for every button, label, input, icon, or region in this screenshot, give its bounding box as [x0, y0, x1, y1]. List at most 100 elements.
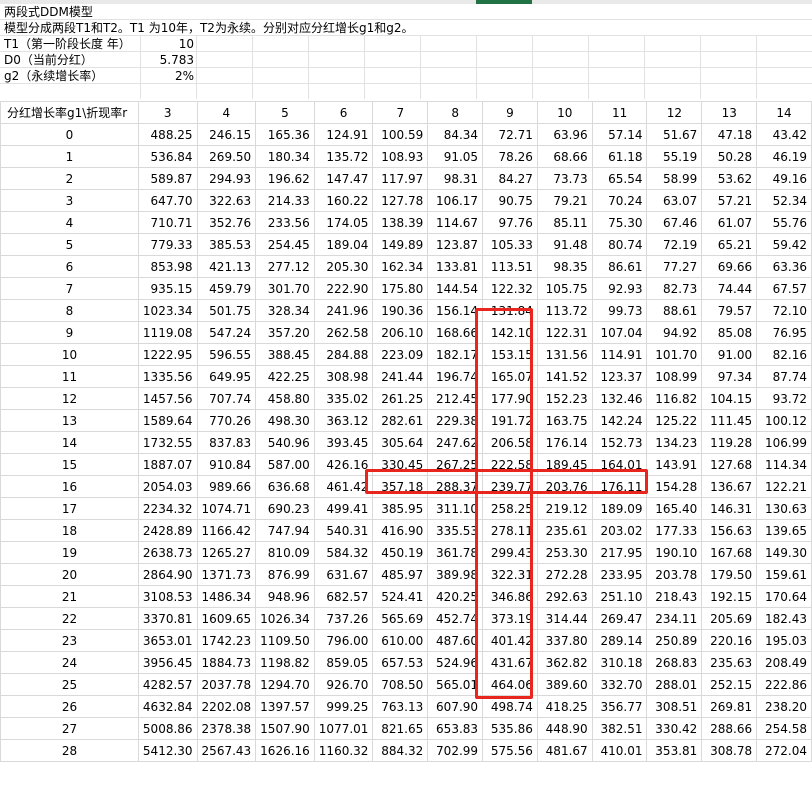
valuation-cell[interactable]: 165.40: [646, 497, 703, 520]
valuation-cell[interactable]: 191.72: [482, 409, 538, 432]
valuation-cell[interactable]: 141.52: [536, 365, 593, 388]
valuation-cell[interactable]: 222.90: [313, 277, 374, 300]
valuation-cell[interactable]: 165.36: [255, 123, 315, 146]
valuation-cell[interactable]: 2378.38: [196, 717, 257, 740]
valuation-cell[interactable]: 86.61: [591, 255, 648, 278]
valuation-cell[interactable]: 72.71: [482, 123, 538, 146]
valuation-cell[interactable]: 68.66: [536, 145, 593, 168]
valuation-cell[interactable]: 51.67: [646, 123, 703, 146]
valuation-cell[interactable]: 132.46: [591, 387, 648, 410]
valuation-cell[interactable]: 114.91: [591, 343, 648, 366]
valuation-cell[interactable]: 57.21: [701, 189, 758, 212]
valuation-cell[interactable]: 393.45: [313, 431, 374, 454]
valuation-cell[interactable]: 180.34: [255, 145, 315, 168]
valuation-cell[interactable]: 122.21: [756, 475, 812, 498]
valuation-cell[interactable]: 362.82: [536, 651, 593, 674]
valuation-cell[interactable]: 218.43: [646, 585, 703, 608]
valuation-cell[interactable]: 363.12: [313, 409, 374, 432]
valuation-cell[interactable]: 1198.82: [255, 651, 315, 674]
discount-rate-header[interactable]: 4: [196, 101, 257, 124]
valuation-cell[interactable]: 142.24: [591, 409, 648, 432]
valuation-cell[interactable]: 2054.03: [137, 475, 198, 498]
growth-rate-cell[interactable]: 19: [0, 541, 139, 564]
valuation-cell[interactable]: 47.18: [701, 123, 758, 146]
valuation-cell[interactable]: 74.44: [701, 277, 758, 300]
valuation-cell[interactable]: 269.81: [701, 695, 758, 718]
valuation-cell[interactable]: 607.90: [427, 695, 484, 718]
valuation-cell[interactable]: 85.08: [701, 321, 758, 344]
valuation-cell[interactable]: 647.70: [137, 189, 198, 212]
valuation-cell[interactable]: 136.67: [701, 475, 758, 498]
valuation-cell[interactable]: 122.32: [482, 277, 538, 300]
valuation-cell[interactable]: 269.50: [196, 145, 257, 168]
valuation-cell[interactable]: 176.11: [591, 475, 648, 498]
valuation-cell[interactable]: 501.75: [196, 299, 257, 322]
discount-rate-header[interactable]: 6: [313, 101, 374, 124]
valuation-cell[interactable]: 49.16: [756, 167, 812, 190]
growth-rate-cell[interactable]: 6: [0, 255, 139, 278]
valuation-cell[interactable]: 1294.70: [255, 673, 315, 696]
valuation-cell[interactable]: 636.68: [255, 475, 315, 498]
valuation-cell[interactable]: 308.78: [701, 739, 758, 762]
valuation-cell[interactable]: 229.38: [427, 409, 484, 432]
valuation-cell[interactable]: 123.87: [427, 233, 484, 256]
growth-rate-cell[interactable]: 17: [0, 497, 139, 520]
valuation-cell[interactable]: 220.16: [701, 629, 758, 652]
valuation-cell[interactable]: 117.97: [372, 167, 429, 190]
growth-rate-cell[interactable]: 11: [0, 365, 139, 388]
valuation-cell[interactable]: 410.01: [591, 739, 648, 762]
valuation-cell[interactable]: 422.25: [255, 365, 315, 388]
growth-rate-cell[interactable]: 27: [0, 717, 139, 740]
valuation-cell[interactable]: 57.14: [591, 123, 648, 146]
valuation-cell[interactable]: 524.96: [427, 651, 484, 674]
valuation-cell[interactable]: 458.80: [255, 387, 315, 410]
valuation-cell[interactable]: 346.86: [482, 585, 538, 608]
growth-rate-cell[interactable]: 2: [0, 167, 139, 190]
valuation-cell[interactable]: 770.26: [196, 409, 257, 432]
valuation-cell[interactable]: 1077.01: [313, 717, 374, 740]
growth-rate-cell[interactable]: 7: [0, 277, 139, 300]
valuation-cell[interactable]: 262.58: [313, 321, 374, 344]
corner-header[interactable]: 分红增长率g1\折现率r: [0, 101, 139, 124]
valuation-cell[interactable]: 488.25: [137, 123, 198, 146]
valuation-cell[interactable]: 401.42: [482, 629, 538, 652]
valuation-cell[interactable]: 292.63: [536, 585, 593, 608]
valuation-cell[interactable]: 114.34: [756, 453, 812, 476]
valuation-cell[interactable]: 153.15: [482, 343, 538, 366]
valuation-cell[interactable]: 267.25: [427, 453, 484, 476]
valuation-cell[interactable]: 90.75: [482, 189, 538, 212]
valuation-cell[interactable]: 97.34: [701, 365, 758, 388]
valuation-cell[interactable]: 382.51: [591, 717, 648, 740]
valuation-cell[interactable]: 162.34: [372, 255, 429, 278]
growth-rate-cell[interactable]: 5: [0, 233, 139, 256]
valuation-cell[interactable]: 100.59: [372, 123, 429, 146]
valuation-cell[interactable]: 203.78: [646, 563, 703, 586]
valuation-cell[interactable]: 2234.32: [137, 497, 198, 520]
valuation-cell[interactable]: 1160.32: [313, 739, 374, 762]
valuation-cell[interactable]: 1265.27: [196, 541, 257, 564]
valuation-cell[interactable]: 149.89: [372, 233, 429, 256]
valuation-cell[interactable]: 146.31: [701, 497, 758, 520]
valuation-cell[interactable]: 268.83: [646, 651, 703, 674]
valuation-cell[interactable]: 223.09: [372, 343, 429, 366]
valuation-cell[interactable]: 299.43: [482, 541, 538, 564]
valuation-cell[interactable]: 2428.89: [137, 519, 198, 542]
valuation-cell[interactable]: 1732.55: [137, 431, 198, 454]
growth-rate-cell[interactable]: 20: [0, 563, 139, 586]
valuation-cell[interactable]: 3653.01: [137, 629, 198, 652]
valuation-cell[interactable]: 114.67: [427, 211, 484, 234]
valuation-cell[interactable]: 596.55: [196, 343, 257, 366]
valuation-cell[interactable]: 53.62: [701, 167, 758, 190]
valuation-cell[interactable]: 139.65: [756, 519, 812, 542]
valuation-cell[interactable]: 584.32: [313, 541, 374, 564]
valuation-cell[interactable]: 763.13: [372, 695, 429, 718]
valuation-cell[interactable]: 82.16: [756, 343, 812, 366]
valuation-cell[interactable]: 205.30: [313, 255, 374, 278]
valuation-cell[interactable]: 106.99: [756, 431, 812, 454]
valuation-cell[interactable]: 253.30: [536, 541, 593, 564]
growth-rate-cell[interactable]: 10: [0, 343, 139, 366]
growth-rate-cell[interactable]: 1: [0, 145, 139, 168]
growth-rate-cell[interactable]: 9: [0, 321, 139, 344]
valuation-cell[interactable]: 322.31: [482, 563, 538, 586]
valuation-cell[interactable]: 547.24: [196, 321, 257, 344]
